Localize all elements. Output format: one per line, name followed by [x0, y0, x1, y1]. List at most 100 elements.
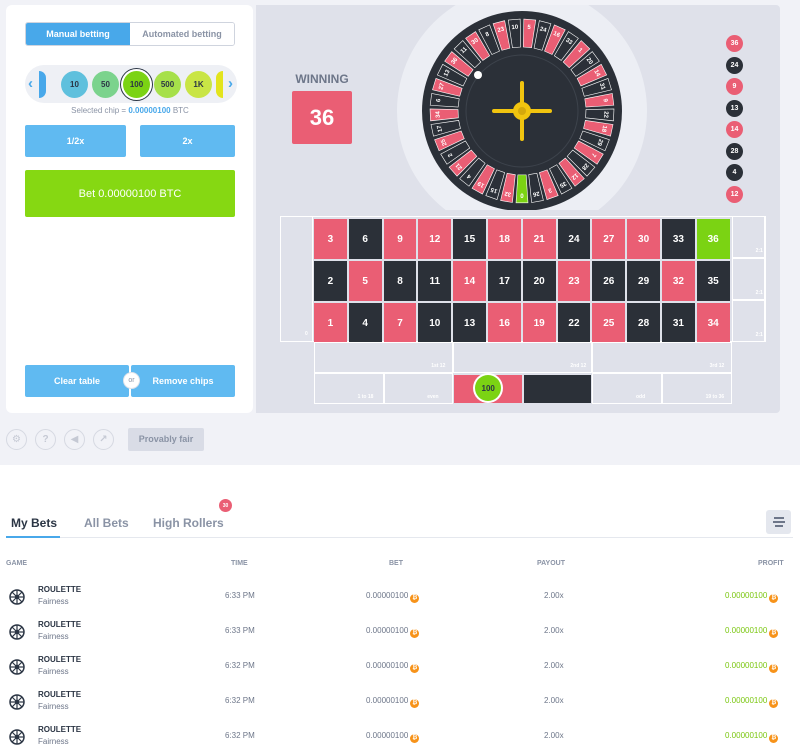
- zero-cell[interactable]: [280, 216, 313, 342]
- bet-row[interactable]: ROULETTE Fairness 6:32 PM 0.00000100 ₿ 2.00x 0…: [0, 649, 800, 684]
- wheel-pocket-label: 22: [602, 111, 608, 119]
- betting-board: 0 3 6 9 12 15 18 21 24 27 30 33 36 2:1 2 5 8 11 14 17 20 23 26…: [280, 216, 766, 404]
- btc-icon: ₿: [410, 664, 420, 673]
- number-cell-12[interactable]: 12: [418, 219, 452, 259]
- bet-game-name[interactable]: ROULETTE: [38, 690, 81, 699]
- chip-next-arrow-icon[interactable]: ›: [228, 75, 233, 92]
- number-cell-34[interactable]: 34: [696, 303, 730, 343]
- chip-1k[interactable]: 1K: [185, 71, 212, 98]
- remove-chips-button[interactable]: Remove chips: [131, 365, 235, 397]
- number-cell-13[interactable]: 13: [453, 303, 486, 343]
- btc-icon: ₿: [769, 664, 779, 673]
- number-cell-23[interactable]: 23: [557, 261, 591, 301]
- bet-fairness-link[interactable]: Fairness: [38, 702, 69, 711]
- chip-prev-arrow-icon[interactable]: ‹: [28, 75, 33, 92]
- number-cell-22[interactable]: 22: [557, 303, 591, 343]
- winning-display: WINNING 36: [292, 72, 352, 144]
- bet-time: 6:32 PM: [225, 696, 255, 705]
- placed-chip[interactable]: 100: [475, 375, 502, 401]
- number-cell-28[interactable]: 28: [627, 303, 660, 343]
- bet-fairness-link[interactable]: Fairness: [38, 737, 69, 746]
- provably-fair-button[interactable]: Provably fair: [128, 427, 204, 451]
- number-cell-25[interactable]: 25: [592, 303, 626, 343]
- number-cell-15[interactable]: 15: [453, 219, 486, 259]
- number-cell-27[interactable]: 27: [592, 219, 626, 259]
- number-cell-14[interactable]: 14: [453, 261, 486, 301]
- number-cell-3[interactable]: 3: [314, 219, 347, 259]
- number-cell-31[interactable]: 31: [662, 303, 695, 343]
- chip-50[interactable]: 50: [92, 71, 119, 98]
- bet-profit: 0.00000100 ₿: [725, 661, 779, 673]
- half-bet-button[interactable]: 1/2x: [25, 125, 126, 157]
- number-cell-24[interactable]: 24: [557, 219, 591, 259]
- number-cell-30[interactable]: 30: [627, 219, 660, 259]
- number-cell-8[interactable]: 8: [383, 261, 417, 301]
- tab-automated-betting[interactable]: Automated betting: [130, 23, 234, 45]
- bet-row[interactable]: ROULETTE Fairness 6:32 PM 0.00000100 ₿ 2.00x 0…: [0, 719, 800, 748]
- bet-profit: 0.00000100 ₿: [725, 696, 779, 708]
- number-cell-36[interactable]: 36: [696, 219, 730, 259]
- number-cell-16[interactable]: 16: [488, 303, 521, 343]
- chip-partial-left: [39, 71, 46, 98]
- clear-table-button[interactable]: Clear table: [25, 365, 129, 397]
- number-cell-21[interactable]: 21: [522, 219, 556, 259]
- chip-partial-right: [216, 71, 223, 98]
- low-cell-label: 1 to 18: [357, 394, 374, 400]
- bet-game-name[interactable]: ROULETTE: [38, 655, 81, 664]
- bet-profit: 0.00000100 ₿: [725, 591, 779, 603]
- number-cell-18[interactable]: 18: [488, 219, 521, 259]
- bet-row[interactable]: ROULETTE Fairness 6:33 PM 0.00000100 ₿ 2.00x 0…: [0, 579, 800, 614]
- tab-my-bets[interactable]: My Bets: [11, 516, 57, 530]
- bet-fairness-link[interactable]: Fairness: [38, 667, 69, 676]
- number-cell-1[interactable]: 1: [314, 303, 347, 343]
- bet-fairness-link[interactable]: Fairness: [38, 597, 69, 606]
- bet-row[interactable]: ROULETTE Fairness 6:33 PM 0.00000100 ₿ 2.00x 0…: [0, 614, 800, 649]
- tab-high-rollers[interactable]: High Rollers: [153, 516, 224, 530]
- number-cell-17[interactable]: 17: [488, 261, 521, 301]
- sound-icon[interactable]: ◀: [64, 428, 85, 450]
- number-cell-4[interactable]: 4: [348, 303, 382, 343]
- number-cell-5[interactable]: 5: [348, 261, 382, 301]
- number-cell-11[interactable]: 11: [418, 261, 452, 301]
- number-cell-20[interactable]: 20: [522, 261, 556, 301]
- number-cell-19[interactable]: 19: [522, 303, 556, 343]
- table-action-buttons: Clear table Remove chips or: [25, 365, 235, 397]
- number-cell-6[interactable]: 6: [348, 219, 382, 259]
- chip-10[interactable]: 10: [61, 71, 88, 98]
- help-icon[interactable]: ?: [35, 428, 56, 450]
- btc-icon: ₿: [769, 734, 779, 743]
- number-cell-2[interactable]: 2: [314, 261, 347, 301]
- bet-row[interactable]: ROULETTE Fairness 6:32 PM 0.00000100 ₿ 2.00x 0…: [0, 684, 800, 719]
- collapse-icon[interactable]: [766, 510, 791, 534]
- number-cell-29[interactable]: 29: [627, 261, 660, 301]
- number-cell-32[interactable]: 32: [662, 261, 695, 301]
- spinner-hub-center: [518, 107, 526, 115]
- bet-game-name[interactable]: ROULETTE: [38, 620, 81, 629]
- place-bet-button[interactable]: Bet 0.00000100 BTC: [25, 170, 235, 217]
- black-cell[interactable]: [523, 375, 592, 403]
- btc-icon: ₿: [769, 594, 779, 603]
- odd-cell[interactable]: [592, 373, 662, 404]
- double-bet-button[interactable]: 2x: [140, 125, 235, 157]
- number-cell-26[interactable]: 26: [592, 261, 626, 301]
- odd-cell-label: odd: [636, 394, 646, 400]
- roulette-wheel-icon: [9, 659, 25, 675]
- number-cell-35[interactable]: 35: [696, 261, 730, 301]
- even-cell-label: even: [427, 394, 439, 400]
- chip-500[interactable]: 500: [154, 71, 181, 98]
- roulette-wheel-icon: [9, 624, 25, 640]
- chip-100[interactable]: 100: [123, 71, 150, 98]
- number-cell-33[interactable]: 33: [662, 219, 695, 259]
- number-cell-10[interactable]: 10: [418, 303, 452, 343]
- even-cell[interactable]: [383, 373, 454, 404]
- number-cell-7[interactable]: 7: [383, 303, 417, 343]
- bet-game-name[interactable]: ROULETTE: [38, 585, 81, 594]
- column-bet-label: 2:1: [755, 332, 763, 338]
- bet-game-name[interactable]: ROULETTE: [38, 725, 81, 734]
- stats-chart-icon[interactable]: ↗: [93, 428, 114, 450]
- bet-fairness-link[interactable]: Fairness: [38, 632, 69, 641]
- tab-manual-betting[interactable]: Manual betting: [26, 23, 130, 45]
- number-cell-9[interactable]: 9: [383, 219, 417, 259]
- gear-icon[interactable]: ⚙: [6, 428, 27, 450]
- tab-all-bets[interactable]: All Bets: [84, 516, 129, 530]
